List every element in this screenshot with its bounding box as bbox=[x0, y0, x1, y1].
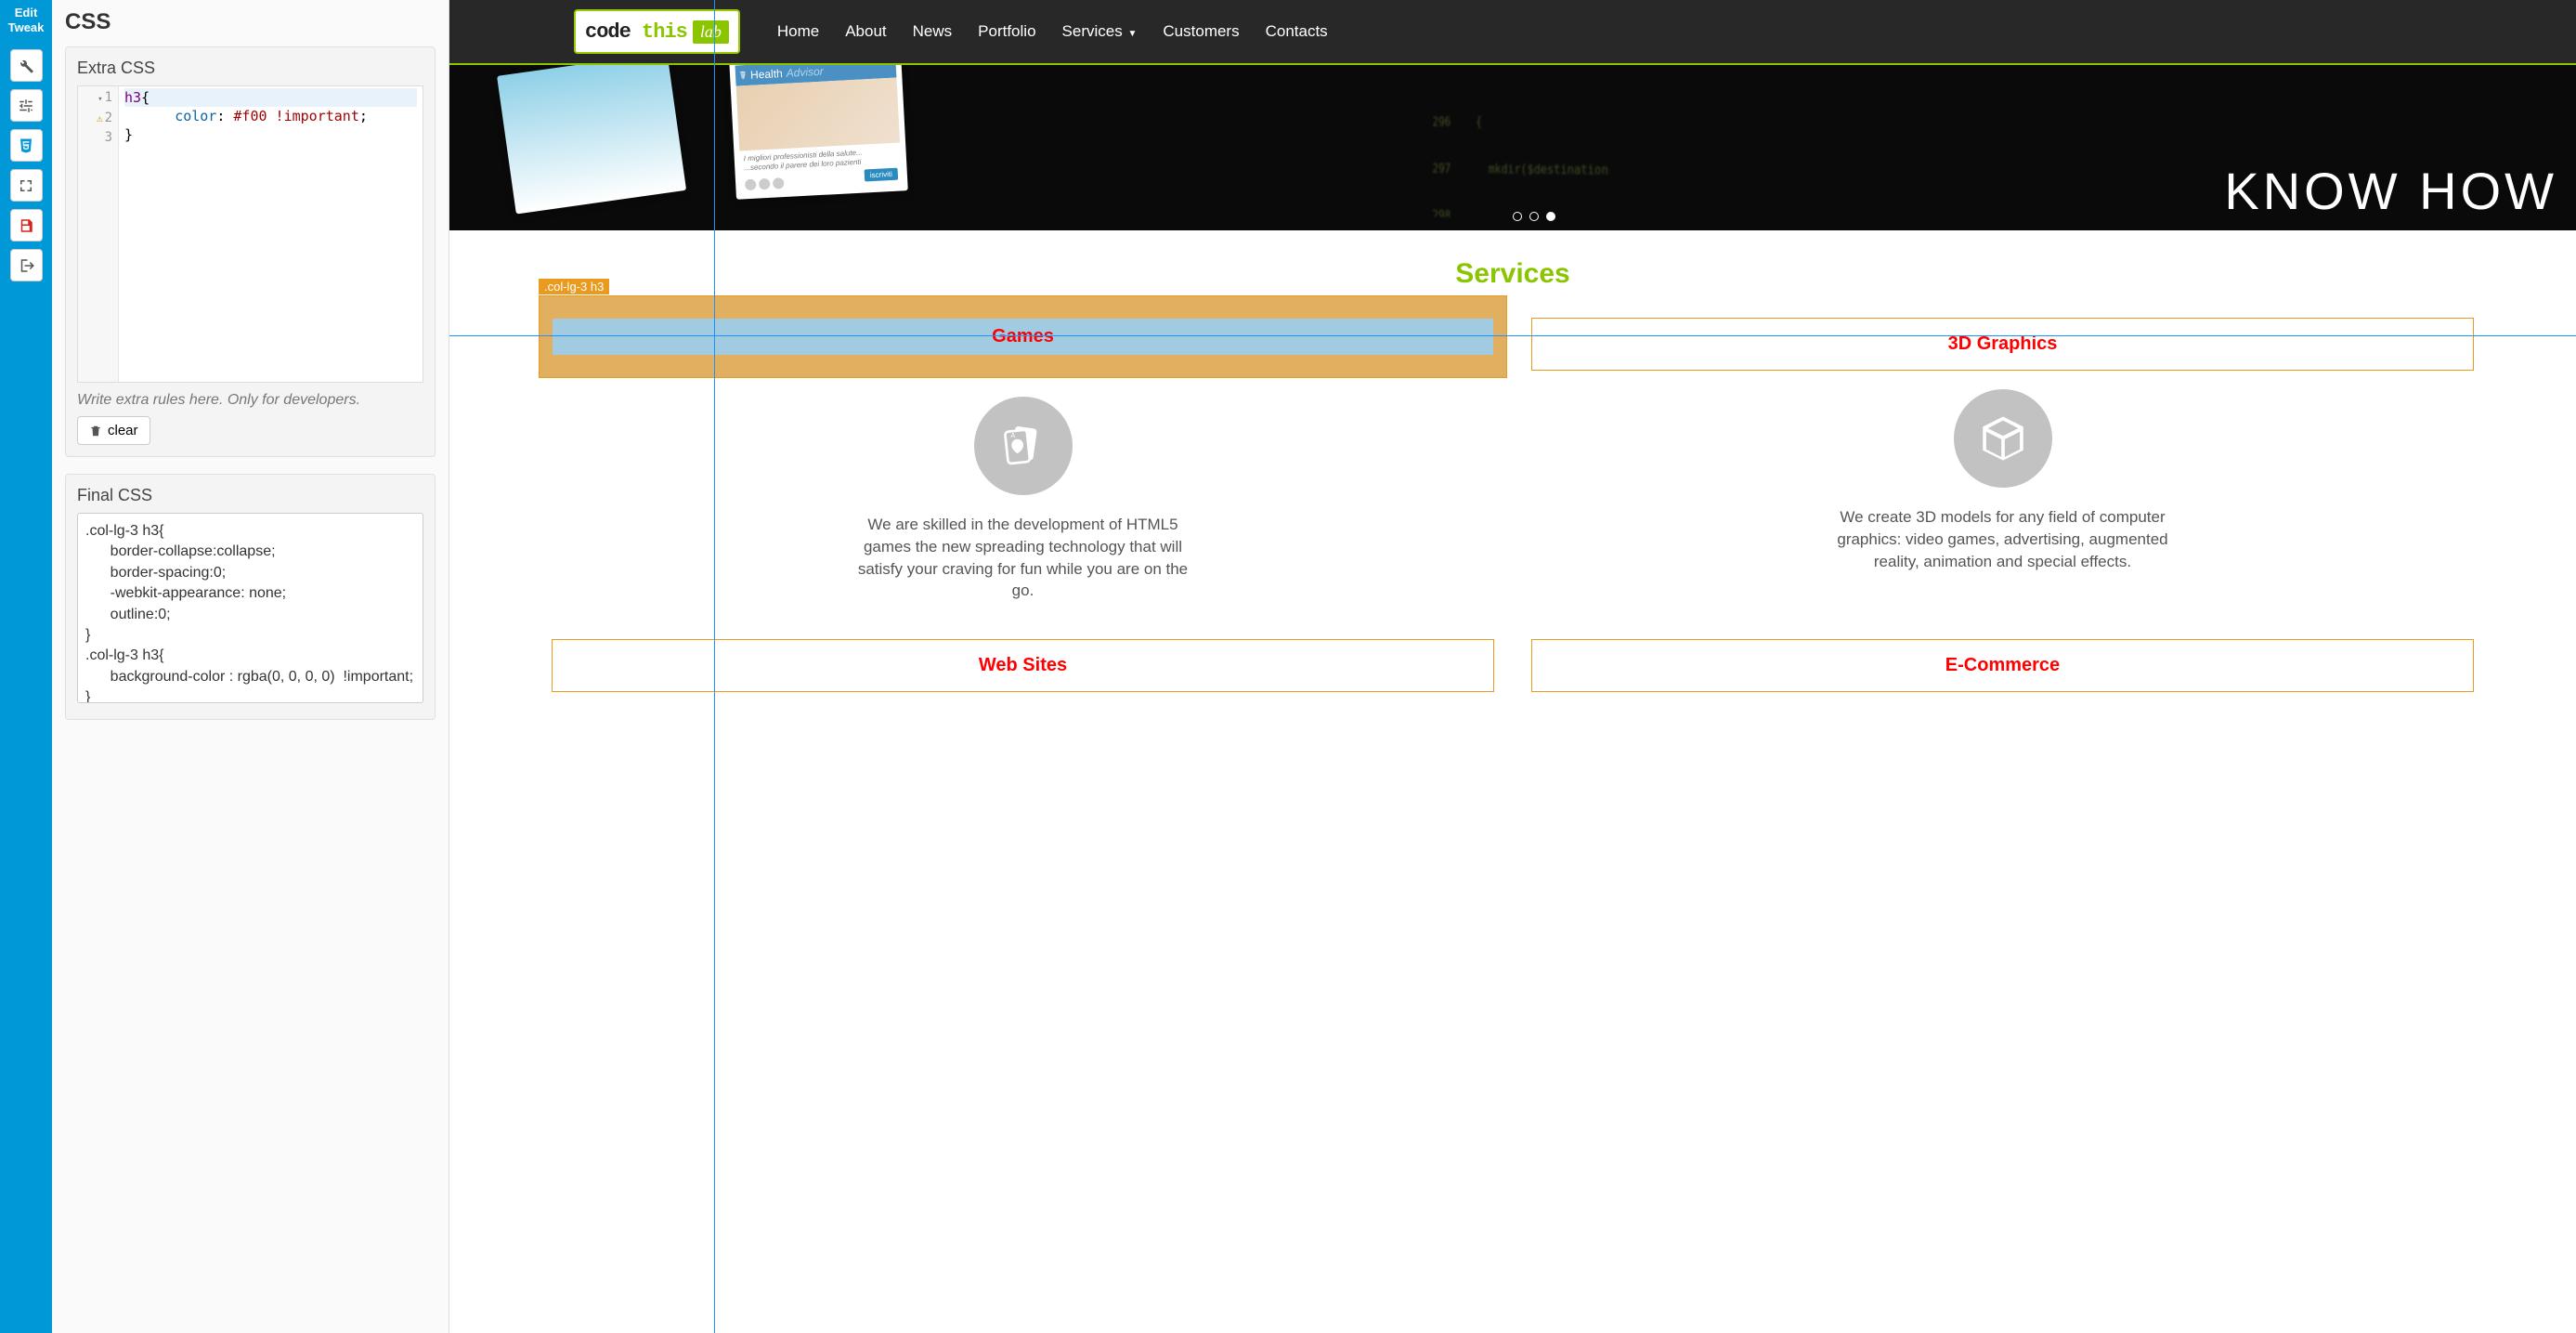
tile-games-desc: We are skilled in the development of HTM… bbox=[847, 514, 1200, 602]
tile-websites: Web Sites bbox=[552, 639, 1494, 701]
tile-3d-title: 3D Graphics bbox=[1540, 326, 2465, 362]
extra-css-editor[interactable]: ▾1 ⚠2 3 h3{ color: #f00 !important; } bbox=[77, 85, 423, 383]
games-icon: A bbox=[974, 397, 1073, 495]
hero-card-1 bbox=[497, 63, 686, 214]
nav-portfolio[interactable]: Portfolio bbox=[978, 22, 1035, 41]
tile-3dgraphics: 3D Graphics We create 3D models for any … bbox=[1531, 318, 2474, 602]
chevron-down-icon: ▼ bbox=[1125, 29, 1138, 39]
tile-games-title: Games bbox=[553, 319, 1493, 355]
nav-contacts[interactable]: Contacts bbox=[1266, 22, 1328, 41]
svg-text:A: A bbox=[1010, 431, 1015, 439]
editor-gutter: ▾1 ⚠2 3 bbox=[78, 86, 119, 382]
toolbar-brand: Edit Tweak bbox=[8, 6, 45, 34]
tile-games: .col-lg-3 h3 Games A We are skilled in t… bbox=[552, 318, 1494, 602]
final-css-textarea[interactable] bbox=[77, 513, 423, 703]
nav-customers[interactable]: Customers bbox=[1163, 22, 1239, 41]
css-panel: CSS Extra CSS ▾1 ⚠2 3 h3{ color: #f00 !i… bbox=[52, 0, 449, 1333]
nav-home[interactable]: Home bbox=[777, 22, 819, 41]
hero-dot-1[interactable] bbox=[1513, 212, 1522, 221]
tile-ecommerce: E-Commerce bbox=[1531, 639, 2474, 701]
hero-dots bbox=[1513, 212, 1555, 221]
save-icon bbox=[18, 217, 34, 234]
nav-about[interactable]: About bbox=[845, 22, 886, 41]
sliders-icon-button[interactable] bbox=[10, 89, 43, 122]
extra-css-label: Extra CSS bbox=[77, 59, 423, 78]
nav-news[interactable]: News bbox=[913, 22, 953, 41]
final-css-label: Final CSS bbox=[77, 486, 423, 505]
hero-title: KNOW HOW bbox=[2224, 161, 2557, 221]
logo-text: code this bbox=[585, 20, 687, 44]
services-heading: Services bbox=[552, 258, 2474, 290]
selected-element-highlight[interactable]: .col-lg-3 h3 Games bbox=[539, 295, 1507, 378]
hero-dot-2[interactable] bbox=[1529, 212, 1539, 221]
final-css-box: Final CSS bbox=[65, 474, 436, 720]
extra-css-box: Extra CSS ▾1 ⚠2 3 h3{ color: #f00 !impor… bbox=[65, 46, 436, 457]
tile-3d-desc: We create 3D models for any field of com… bbox=[1827, 506, 2179, 572]
logo-lab: lab bbox=[693, 20, 729, 44]
site-navbar: code this lab Home About News Portfolio … bbox=[449, 0, 2576, 63]
clear-button[interactable]: clear bbox=[77, 416, 150, 445]
brand-line2: Tweak bbox=[8, 20, 45, 34]
services-section: Services .col-lg-3 h3 Games A We are ski… bbox=[449, 230, 2576, 701]
css3-icon bbox=[18, 137, 34, 154]
wrench-icon-button[interactable] bbox=[10, 49, 43, 82]
exit-icon bbox=[18, 257, 34, 274]
clear-label: clear bbox=[108, 423, 138, 438]
hero-card-2: ☤HealthAdvisor I migliori professionisti… bbox=[729, 63, 908, 200]
hero-dot-3[interactable] bbox=[1546, 212, 1555, 221]
trash-icon bbox=[89, 425, 102, 438]
nav-services[interactable]: Services ▼ bbox=[1062, 22, 1138, 41]
css3-icon-button[interactable] bbox=[10, 129, 43, 162]
nav-menu: Home About News Portfolio Services ▼ Cus… bbox=[777, 22, 1328, 41]
editor-code[interactable]: h3{ color: #f00 !important; } bbox=[119, 86, 423, 146]
preview-area: code this lab Home About News Portfolio … bbox=[449, 0, 2576, 1333]
panel-title: CSS bbox=[65, 9, 436, 35]
brand-line1: Edit bbox=[15, 6, 38, 20]
tile-websites-title: Web Sites bbox=[560, 647, 1486, 684]
selector-tag: .col-lg-3 h3 bbox=[539, 279, 609, 294]
expand-icon bbox=[18, 177, 34, 194]
wrench-icon bbox=[18, 58, 34, 74]
site-logo[interactable]: code this lab bbox=[574, 9, 740, 54]
tile-ecommerce-title: E-Commerce bbox=[1540, 647, 2465, 684]
hero-cards: ☤HealthAdvisor I migliori professionisti… bbox=[561, 63, 904, 195]
sliders-icon bbox=[18, 98, 34, 114]
save-icon-button[interactable] bbox=[10, 209, 43, 242]
hero-banner: 296 { 297 mkdir($destination 298 299 $un… bbox=[449, 63, 2576, 230]
expand-icon-button[interactable] bbox=[10, 169, 43, 202]
exit-icon-button[interactable] bbox=[10, 249, 43, 281]
extra-css-hint: Write extra rules here. Only for develop… bbox=[77, 392, 423, 409]
cube-icon bbox=[1954, 389, 2052, 488]
edit-tweak-toolbar: Edit Tweak bbox=[0, 0, 52, 1333]
